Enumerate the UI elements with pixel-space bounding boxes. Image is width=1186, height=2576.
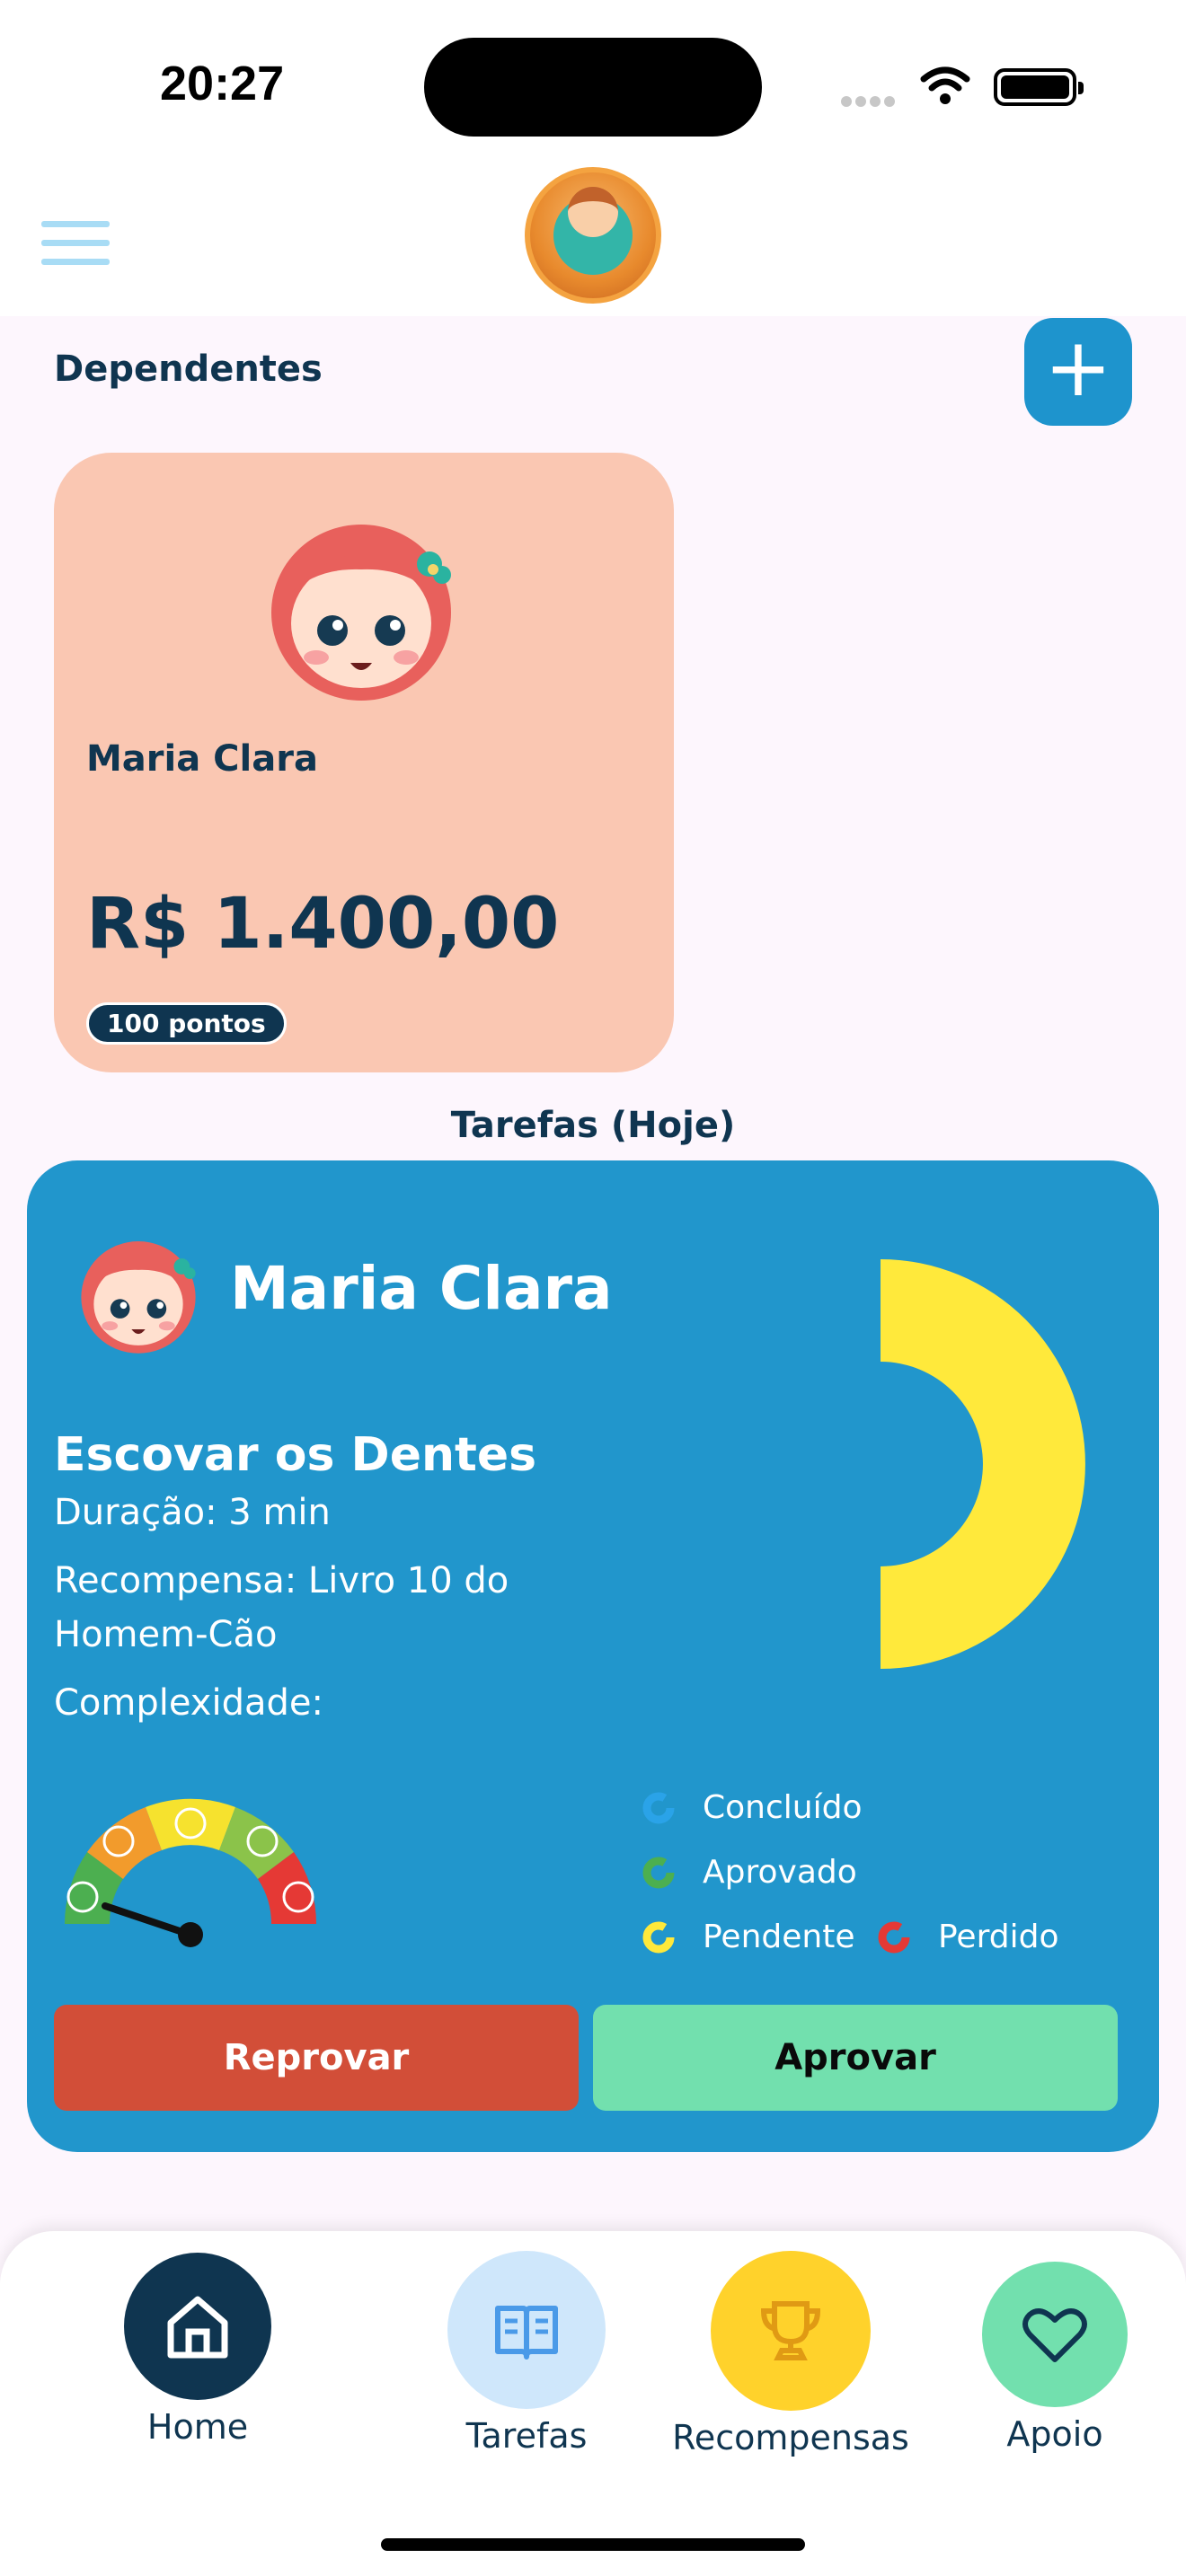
app-header	[0, 158, 1186, 316]
dependent-name: Maria Clara	[86, 738, 318, 780]
legend-label: Concluído	[703, 1789, 863, 1826]
legend-concluido: Concluído	[642, 1789, 862, 1826]
task-reward: Recompensa: Livro 10 do Homem-Cão	[54, 1560, 509, 1655]
heart-icon	[982, 2262, 1128, 2407]
legend-perdido: Perdido	[877, 1919, 1058, 1955]
nav-label-home: Home	[146, 2407, 249, 2447]
nav-recompensas[interactable]: Recompensas	[672, 2251, 909, 2457]
approve-button[interactable]: Aprovar	[593, 2005, 1118, 2111]
legend-dot-pendente-icon	[642, 1921, 675, 1953]
task-complexity-label: Complexidade:	[54, 1682, 323, 1724]
complexity-gauge	[64, 1798, 317, 1947]
nav-label-tarefas: Tarefas	[465, 2416, 588, 2456]
nav-label-apoio: Apoio	[1006, 2414, 1103, 2454]
trophy-icon	[711, 2251, 871, 2411]
legend-label: Aprovado	[703, 1854, 857, 1891]
task-child-name: Maria Clara	[230, 1254, 613, 1323]
legend-dot-perdido-icon	[878, 1921, 910, 1953]
plus-icon: +	[1044, 321, 1112, 415]
progress-donut-chart	[881, 1259, 1085, 1669]
battery-icon	[994, 68, 1084, 106]
status-time: 20:27	[160, 57, 285, 110]
hamburger-icon[interactable]	[41, 221, 110, 271]
dependents-title: Dependentes	[54, 348, 323, 390]
legend-label: Pendente	[703, 1919, 855, 1955]
gauge-needle	[102, 1902, 194, 1938]
legend-aprovado: Aprovado	[642, 1854, 857, 1891]
bottom-nav: Home Tarefas Recompensas Apoio	[0, 2231, 1186, 2576]
task-name: Escovar os Dentes	[54, 1428, 537, 1482]
legend-label: Perdido	[938, 1919, 1059, 1955]
legend-pendente: Pendente	[642, 1919, 854, 1955]
legend-dot-aprovado-icon	[642, 1857, 675, 1888]
legend-dot-concluido-icon	[642, 1792, 675, 1823]
task-duration: Duração: 3 min	[54, 1492, 331, 1533]
add-dependent-button[interactable]: +	[1024, 318, 1132, 426]
status-bar: 20:27	[0, 0, 1186, 158]
nav-apoio[interactable]: Apoio	[965, 2262, 1145, 2454]
app-logo	[525, 167, 661, 304]
nav-tarefas[interactable]: Tarefas	[419, 2251, 634, 2456]
book-icon	[447, 2251, 606, 2409]
reject-button[interactable]: Reprovar	[54, 2005, 579, 2111]
girl-avatar-icon	[271, 525, 451, 701]
points-badge: 100 pontos	[86, 1002, 287, 1045]
tasks-title: Tarefas (Hoje)	[450, 1105, 736, 1146]
nav-home[interactable]: Home	[101, 2253, 295, 2447]
dependent-card[interactable]: Maria Clara R$ 1.400,00 100 pontos	[54, 453, 674, 1072]
nav-label-recompensas: Recompensas	[672, 2418, 909, 2457]
task-card: Maria Clara Escovar os Dentes Duração: 3…	[27, 1160, 1159, 2152]
dynamic-island	[424, 38, 762, 137]
wifi-icon	[920, 66, 970, 104]
cellular-signal-icon	[841, 93, 898, 110]
home-icon	[124, 2253, 271, 2400]
girl-avatar-icon	[81, 1241, 196, 1354]
home-indicator[interactable]	[381, 2538, 805, 2551]
dependent-balance: R$ 1.400,00	[86, 884, 560, 965]
donut-segment-pending	[881, 1259, 1085, 1669]
